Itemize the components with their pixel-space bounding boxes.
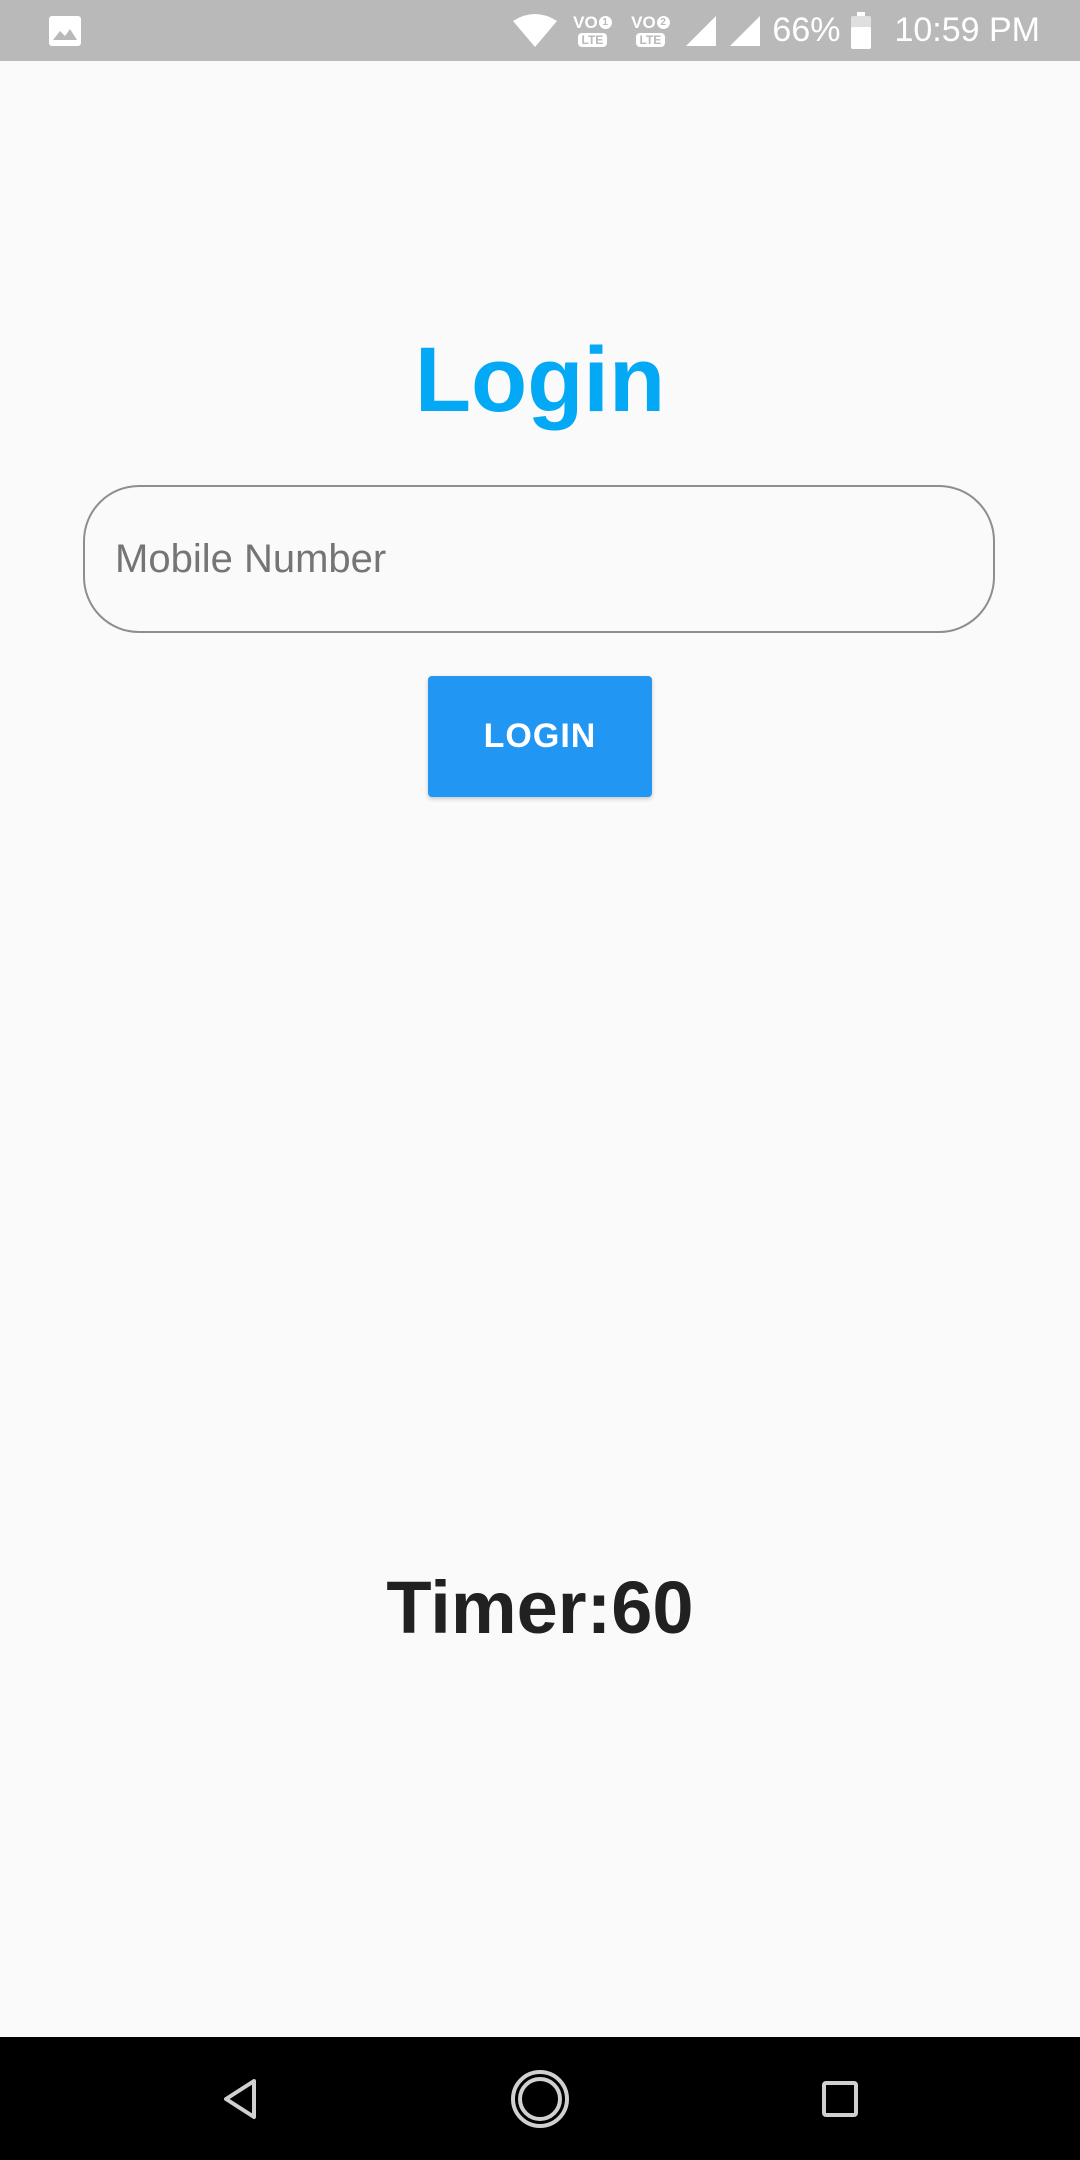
wifi-icon — [512, 13, 558, 49]
recents-icon — [822, 2080, 858, 2117]
battery-percent: 66% — [772, 11, 841, 49]
home-button[interactable] — [470, 2037, 610, 2160]
volte-1-badge: VO 1 LTE — [568, 14, 616, 47]
mobile-number-field[interactable] — [83, 485, 995, 633]
login-button[interactable]: LOGIN — [428, 676, 652, 797]
back-button[interactable] — [170, 2037, 310, 2160]
login-title: Login — [414, 329, 666, 431]
back-icon — [224, 2078, 256, 2119]
battery-icon — [850, 11, 872, 50]
gallery-icon — [49, 16, 81, 46]
recents-button[interactable] — [770, 2037, 910, 2160]
status-bar: VO 1 LTE VO 2 LTE 66% 10:59 PM — [0, 0, 1080, 61]
signal-icon — [728, 14, 762, 48]
signal-icon — [684, 14, 718, 48]
status-clock: 10:59 PM — [894, 11, 1040, 49]
volte-2-badge: VO 2 LTE — [626, 14, 674, 47]
timer-text: Timer:60 — [386, 1566, 694, 1649]
navigation-bar — [0, 2037, 1080, 2160]
status-icons: VO 1 LTE VO 2 LTE 66% 10:59 PM — [512, 0, 1040, 61]
home-icon — [511, 2069, 569, 2128]
mobile-number-input[interactable] — [113, 535, 993, 583]
